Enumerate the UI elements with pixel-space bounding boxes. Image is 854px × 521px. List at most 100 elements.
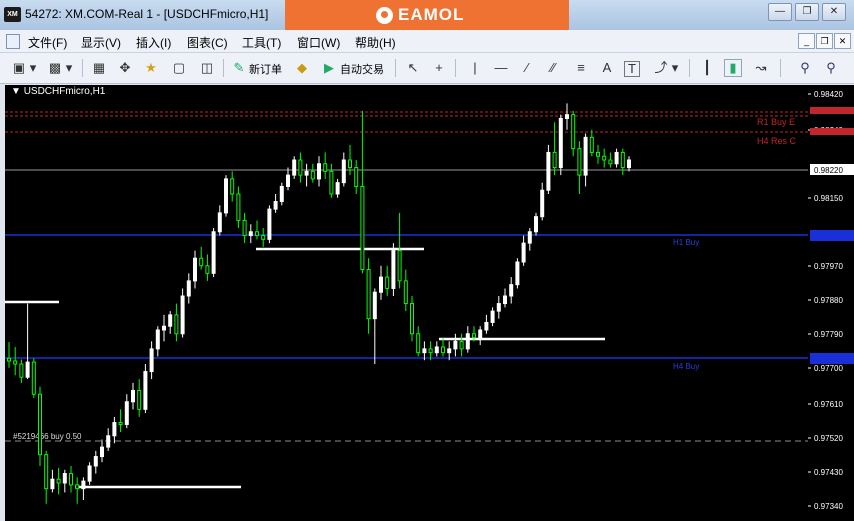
candle-body	[372, 291, 377, 320]
new-order-button[interactable]: 新订单	[249, 61, 282, 77]
vertical-line-icon[interactable]: |	[466, 59, 484, 77]
bar-chart-icon[interactable]: ┃	[698, 59, 716, 77]
candle-body	[490, 310, 495, 323]
fibonacci-icon[interactable]: ≡	[572, 59, 590, 77]
menu-window[interactable]: 窗口(W)	[297, 34, 340, 51]
candle-body	[515, 261, 520, 286]
trendline-icon[interactable]: ∕	[518, 59, 536, 77]
menu-bar: 文件(F) 显示(V) 插入(I) 图表(C) 工具(T) 窗口(W) 帮助(H…	[0, 30, 854, 53]
mdi-restore-button[interactable]: ❐	[816, 33, 833, 49]
candle-body	[465, 333, 470, 350]
new-order-icon[interactable]: ✎	[230, 59, 248, 77]
chevron-down-icon[interactable]: ▾	[28, 59, 38, 77]
candle-body	[298, 159, 303, 176]
menu-file[interactable]: 文件(F)	[28, 34, 67, 51]
candle-body	[236, 193, 241, 221]
arrows-icon[interactable]: ⤴	[652, 59, 670, 77]
profiles-icon[interactable]: ▩	[46, 59, 64, 77]
chart-symbol-label: ▼ USDCHFmicro,H1	[11, 86, 106, 97]
candlestick-plot[interactable]: R1 Buy E H4 Res C H1 Buy H4 Buy #5219466 buy…	[5, 85, 808, 521]
window-title: 54272: XM.COM-Real 1 - [USDCHFmicro,H1]	[25, 7, 269, 21]
candle-body	[410, 303, 414, 335]
candle-body	[124, 401, 129, 425]
candle-body	[292, 159, 297, 176]
zoom-out-icon[interactable]: ⚲	[822, 59, 840, 77]
mdi-close-button[interactable]: ✕	[834, 33, 851, 49]
mdi-minimize-button[interactable]: _	[798, 33, 815, 49]
text-label-icon[interactable]: T	[624, 61, 640, 77]
new-chart-icon[interactable]: ▣	[10, 59, 28, 77]
line-chart-icon[interactable]: ↝	[752, 59, 770, 77]
candlestick-icon[interactable]: ▮	[724, 59, 742, 77]
chevron-down-icon[interactable]: ▾	[670, 59, 680, 77]
favorites-star-icon[interactable]: ★	[142, 59, 160, 77]
candle-body	[81, 480, 86, 490]
candle-body	[614, 151, 619, 165]
brand-banner: EAMOL	[285, 0, 569, 30]
auto-trade-button[interactable]: 自动交易	[340, 61, 384, 77]
h1-buy-price-tag	[810, 230, 854, 241]
candle-body	[304, 170, 309, 176]
candle-body	[416, 333, 421, 354]
candle-body	[335, 182, 340, 195]
candle-body	[565, 114, 569, 119]
cursor-icon[interactable]: ↖	[404, 59, 422, 77]
price-chart[interactable]: R1 Buy E H4 Res C H1 Buy H4 Buy #5219466 buy…	[5, 85, 808, 521]
candle-body	[577, 148, 582, 176]
horizontal-line-icon[interactable]: —	[492, 59, 510, 77]
text-tool-icon[interactable]: A	[598, 59, 616, 77]
crosshair-icon[interactable]: +	[430, 59, 448, 77]
candle-body	[56, 478, 61, 484]
close-button[interactable]: ✕	[822, 3, 846, 21]
market-watch-icon[interactable]: ▦	[90, 59, 108, 77]
candle-body	[286, 174, 290, 187]
candle-body	[248, 231, 253, 237]
price-axis-labels: 0.984200.982400.981500.979700.978800.977…	[808, 90, 854, 511]
auto-trade-icon[interactable]: ▶	[320, 59, 338, 77]
candle-body	[112, 422, 117, 437]
chevron-down-icon[interactable]: ▾	[64, 59, 74, 77]
candle-body	[509, 284, 514, 297]
candle-body	[571, 114, 576, 150]
candle-body	[472, 333, 476, 339]
price-tick-label: 0.97700	[814, 364, 843, 373]
navigator-icon[interactable]: ✥	[116, 59, 134, 77]
candle-body	[267, 208, 272, 240]
candle-body	[44, 454, 49, 490]
toolbar-separator	[689, 59, 690, 77]
candle-body	[155, 329, 160, 350]
candle-body	[69, 473, 73, 486]
toolbar: ▣ ▾ ▩ ▾ ▦ ✥ ★ ▢ ◫ ✎ 新订单 ◆ ▶ 自动交易 ↖ + | —…	[0, 53, 854, 84]
candle-body	[106, 435, 111, 448]
h4-res-label: H4 Res C	[757, 136, 797, 146]
price-tick-label: 0.97430	[814, 468, 843, 477]
terminal-icon[interactable]: ▢	[170, 59, 188, 77]
candle-body	[273, 201, 278, 210]
candle-body	[620, 151, 625, 169]
minimize-button[interactable]: —	[768, 3, 792, 21]
toolbar-separator	[455, 59, 456, 77]
strategy-tester-icon[interactable]: ◫	[198, 59, 216, 77]
resistance-price-tag	[810, 128, 854, 135]
chart-window-icon[interactable]	[6, 34, 20, 49]
metaeditor-icon[interactable]: ◆	[293, 59, 311, 77]
candle-body	[341, 159, 346, 184]
price-axis[interactable]: 0.984200.982400.981500.979700.978800.977…	[808, 85, 854, 521]
channel-icon[interactable]: ∕∕	[544, 59, 562, 77]
restore-button[interactable]: ❐	[795, 3, 819, 21]
candle-body	[174, 314, 179, 335]
menu-insert[interactable]: 插入(I)	[136, 34, 171, 51]
menu-help[interactable]: 帮助(H)	[355, 34, 396, 51]
h1-buy-label: H1 Buy	[673, 238, 699, 247]
menu-view[interactable]: 显示(V)	[81, 34, 121, 51]
price-tick-label: 0.98150	[814, 194, 843, 203]
candle-body	[118, 422, 123, 425]
menu-tools[interactable]: 工具(T)	[242, 34, 281, 51]
menu-charts[interactable]: 图表(C)	[187, 34, 228, 51]
candle-body	[366, 269, 371, 320]
candle-body	[434, 346, 439, 354]
candle-body	[360, 185, 365, 271]
candle-body	[100, 446, 104, 458]
candle-body	[211, 231, 216, 274]
zoom-in-icon[interactable]: ⚲	[796, 59, 814, 77]
